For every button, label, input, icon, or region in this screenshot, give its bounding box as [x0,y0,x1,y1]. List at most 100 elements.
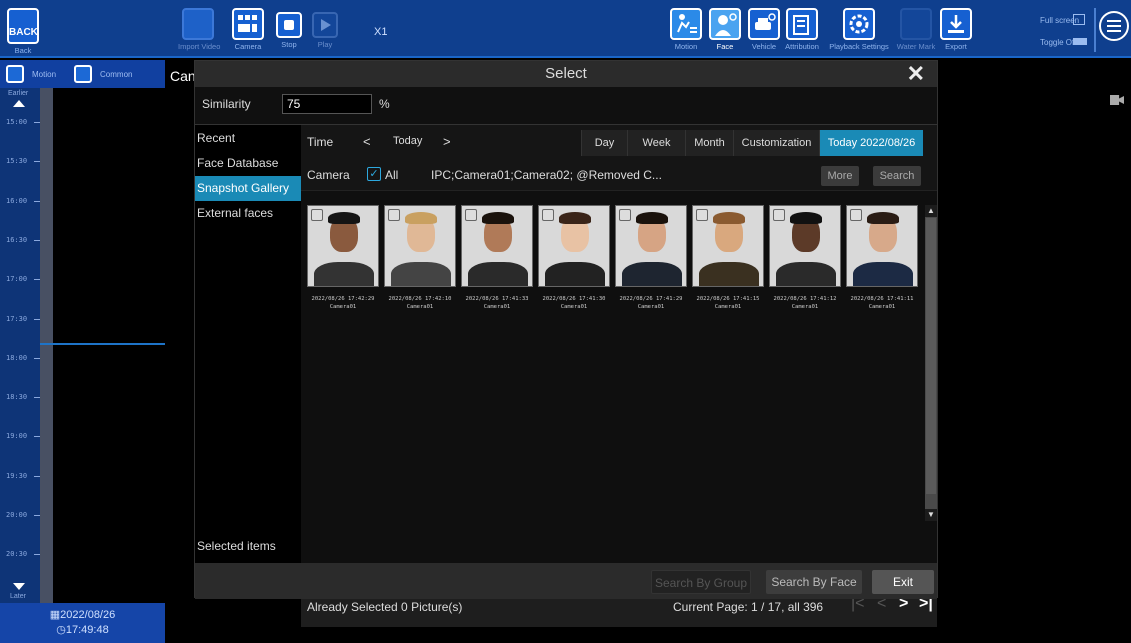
earlier-label[interactable]: Earlier [8,90,28,97]
menu-button[interactable] [1099,11,1129,41]
exit-button[interactable]: Exit [872,570,934,594]
top-toolbar: BACK Back Import Video Camera Stop Play … [0,0,1131,58]
snapshot-card[interactable]: 2022/08/26 17:41:29 Camera01 [615,205,687,311]
snapshot-time: 2022/08/26 17:41:15 [696,296,760,302]
snapshot-checkbox[interactable] [773,209,785,221]
face-thumbnail[interactable] [384,205,456,287]
motion-filter-label[interactable]: Motion [32,70,56,79]
face-thumbnail[interactable] [461,205,533,287]
snapshot-time: 2022/08/26 17:41:30 [542,296,606,302]
snapshot-time: 2022/08/26 17:42:10 [388,296,452,302]
sidebar-item-external-faces[interactable]: External faces [195,201,301,226]
more-button[interactable]: More [821,166,859,186]
playback-settings-button[interactable]: Playback Settings [826,8,892,54]
motion-filter-icon[interactable] [6,65,24,83]
snapshot-card[interactable]: 2022/08/26 17:42:29 Camera01 [307,205,379,311]
next-day-button[interactable]: > [443,134,451,149]
prev-day-button[interactable]: < [363,134,371,149]
body-shape [314,262,374,286]
search-by-face-button[interactable]: Search By Face [766,570,862,594]
sidebar-item-snapshot-gallery[interactable]: Snapshot Gallery [195,176,301,201]
snapshot-checkbox[interactable] [850,209,862,221]
snapshot-card[interactable]: 2022/08/26 17:41:11 Camera01 [846,205,918,311]
all-checkbox[interactable]: ✓ [367,167,381,181]
search-button[interactable]: Search [873,166,921,186]
import-video-button[interactable]: Import Video [178,8,220,54]
face-label: Face [716,42,734,51]
snapshot-card[interactable]: 2022/08/26 17:41:12 Camera01 [769,205,841,311]
timeline-footer: ▦2022/08/26 ◷17:49:48 [0,603,165,643]
similarity-input[interactable] [282,94,372,114]
snapshot-time: 2022/08/26 17:41:12 [773,296,837,302]
export-button[interactable]: Export [938,8,974,54]
common-filter-icon[interactable] [74,65,93,83]
date-label: 2022/08/26 [60,609,116,621]
face-thumbnail[interactable] [692,205,764,287]
gallery-scrollbar[interactable]: ▲ ▼ [925,205,937,521]
face-thumbnail[interactable] [538,205,610,287]
timeline-bar [40,88,53,603]
common-filter-label[interactable]: Common [100,70,132,79]
face-thumbnail[interactable] [846,205,918,287]
snapshot-camera: Camera01 [483,304,511,310]
search-by-group-button[interactable]: Search By Group [651,570,751,594]
snapshot-card[interactable]: 2022/08/26 17:41:15 Camera01 [692,205,764,311]
camera-label: Camera [234,42,262,51]
face-thumbnail[interactable] [769,205,841,287]
later-label[interactable]: Later [10,593,26,600]
motion-button[interactable]: Motion [668,8,704,54]
snapshot-checkbox[interactable] [465,209,477,221]
scroll-thumb[interactable] [926,218,936,494]
camera-button[interactable]: Camera [228,8,268,54]
timeline-cursor[interactable] [40,343,165,345]
snapshot-checkbox[interactable] [388,209,400,221]
attribution-button[interactable]: Attribution [782,8,822,54]
back-button[interactable]: BACK Back [5,8,41,55]
all-label: All [385,168,399,182]
snapshot-card[interactable]: 2022/08/26 17:41:33 Camera01 [461,205,533,311]
later-arrow-icon[interactable] [13,583,25,590]
play-button[interactable]: Play [310,8,340,54]
toggle-icon[interactable] [1073,38,1087,45]
snapshot-camera: Camera01 [560,304,588,310]
face-button[interactable]: Face [708,8,742,54]
earlier-arrow-icon[interactable] [13,100,25,107]
snapshot-checkbox[interactable] [542,209,554,221]
watermark-label: Water Mark [896,42,936,51]
selected-items-label[interactable]: Selected items [197,539,276,553]
snapshot-checkbox[interactable] [619,209,631,221]
tab-month[interactable]: Month [685,130,733,156]
snapshot-checkbox[interactable] [696,209,708,221]
timeline-track[interactable] [53,88,165,603]
camera-list[interactable]: IPC;Camera01;Camera02; @Removed C... [431,168,662,182]
watermark-button[interactable]: Water Mark [896,8,936,54]
tab-week[interactable]: Week [627,130,685,156]
snapshot-time: 2022/08/26 17:41:11 [850,296,914,302]
timeline[interactable]: Earlier 15:00 15:30 16:00 16:30 17:00 17:30 18… [0,88,165,603]
timeline-tick-label: 19:30 [6,471,28,480]
face-thumbnail[interactable] [307,205,379,287]
vehicle-label: Vehicle [751,42,777,51]
sidebar-item-face-database[interactable]: Face Database [195,151,301,176]
snapshot-card[interactable]: 2022/08/26 17:41:30 Camera01 [538,205,610,311]
snapshot-checkbox[interactable] [311,209,323,221]
full-screen-icon[interactable] [1073,14,1085,25]
scroll-down-icon[interactable]: ▼ [925,509,937,521]
today-label: Today [393,135,423,147]
sidebar-item-recent[interactable]: Recent [195,126,301,151]
tab-today-date[interactable]: Today 2022/08/26 [819,130,923,156]
watermark-icon [900,8,932,40]
close-icon[interactable]: ✕ [907,62,925,86]
vehicle-button[interactable]: Vehicle [746,8,782,54]
download-icon [940,8,972,40]
scroll-up-icon[interactable]: ▲ [925,205,937,217]
play-icon [312,12,338,38]
face-thumbnail[interactable] [615,205,687,287]
time-filter-row: Time < Today > Day Week Month Customizat… [301,125,937,159]
tab-day[interactable]: Day [581,130,627,156]
vehicle-icon [748,8,780,40]
snapshot-card[interactable]: 2022/08/26 17:42:10 Camera01 [384,205,456,311]
stop-button[interactable]: Stop [274,8,304,54]
tab-customization[interactable]: Customization [733,130,819,156]
motion-icon [670,8,702,40]
